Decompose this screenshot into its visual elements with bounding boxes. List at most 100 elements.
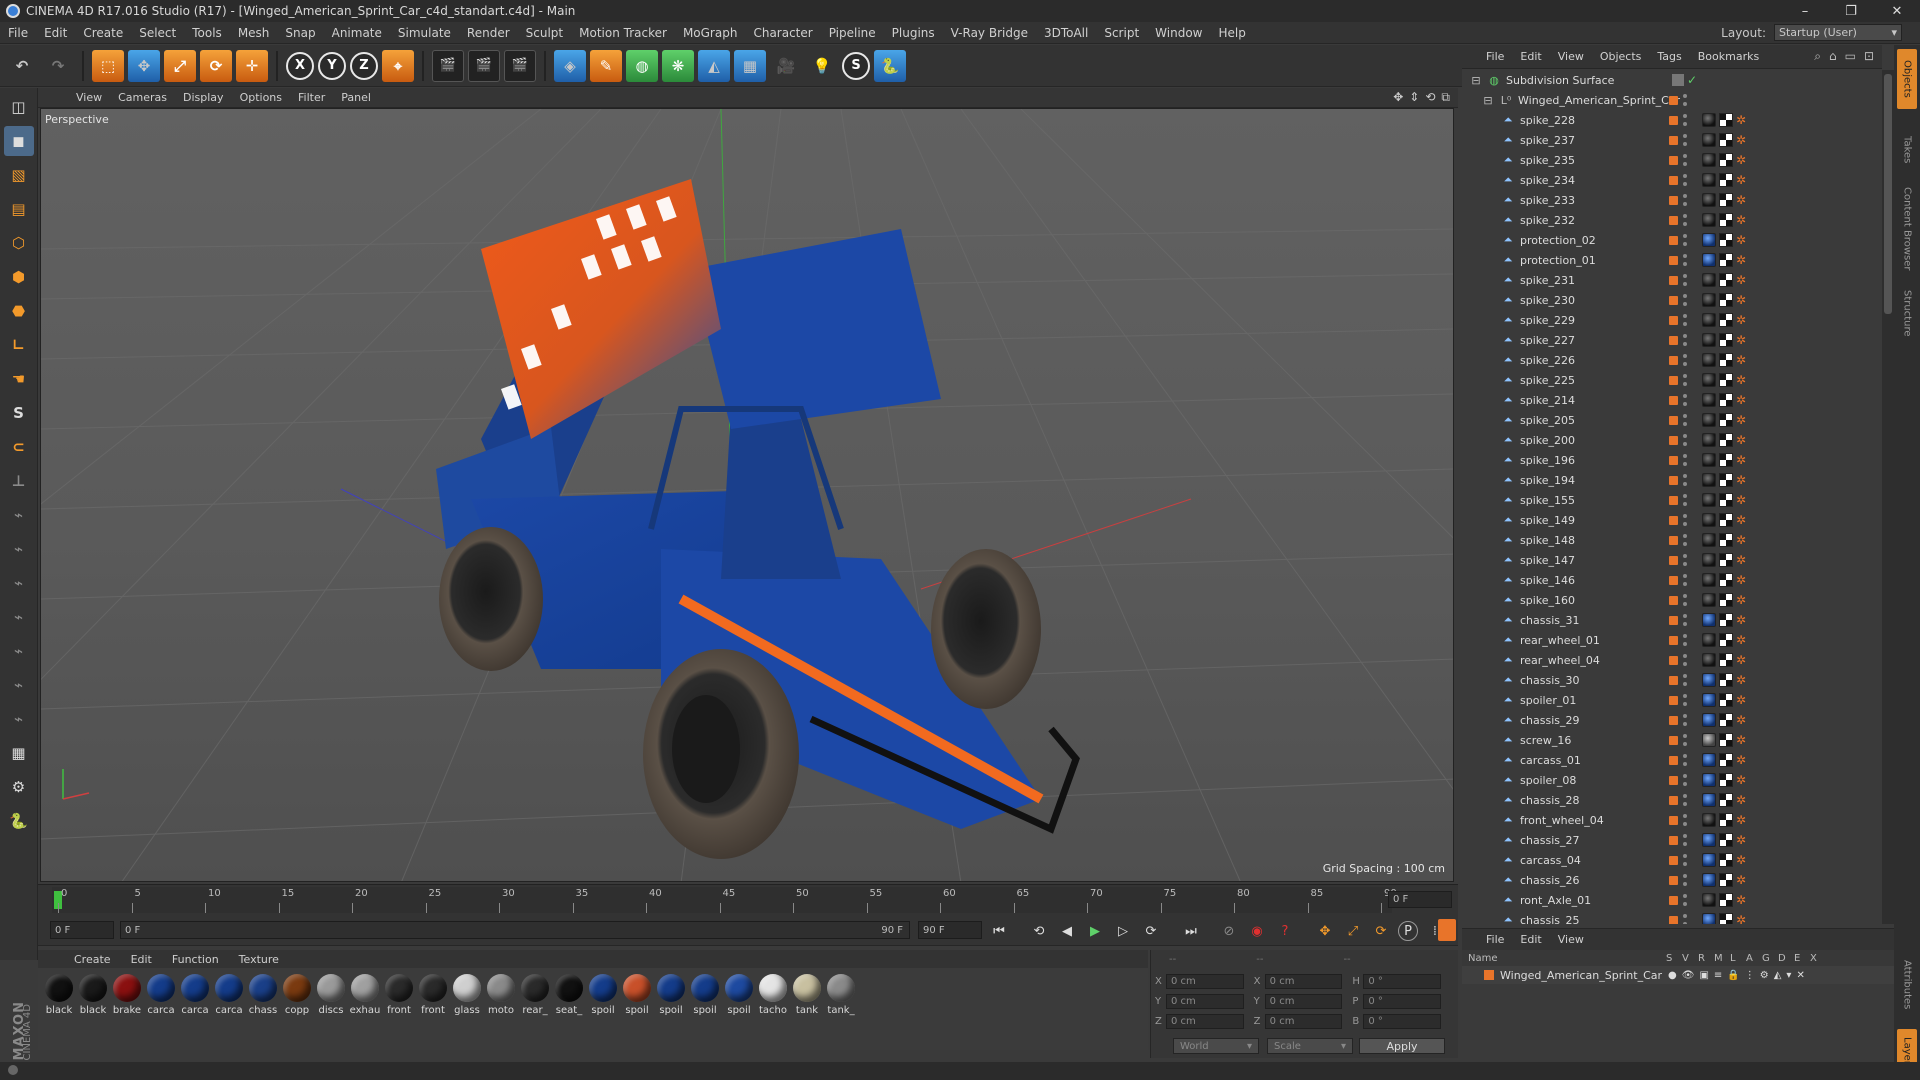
visibility-dots[interactable] (1683, 254, 1687, 266)
visibility-dots[interactable] (1683, 374, 1687, 386)
generators-toggle-icon[interactable]: ⚙ (1760, 970, 1769, 981)
material-swatch[interactable]: carca (212, 974, 246, 1050)
layer-column-r[interactable]: R (1698, 953, 1705, 964)
uvw-tag-icon[interactable] (1719, 293, 1733, 307)
animation-toggle-icon[interactable]: ⋮ (1745, 970, 1755, 981)
edges-mode-icon[interactable]: ⬢ (4, 262, 34, 292)
polygons-mode-icon[interactable]: ⬣ (4, 296, 34, 326)
layer-color-swatch[interactable] (1669, 115, 1678, 125)
visibility-dots[interactable] (1683, 854, 1687, 866)
tree-row-object[interactable]: ⏶ spike_146 ✲ (1462, 570, 1882, 590)
edit-toggle-icon[interactable] (1672, 74, 1684, 86)
menu-sculpt[interactable]: Sculpt (518, 26, 571, 40)
layer-color-swatch[interactable] (1669, 695, 1678, 705)
layer-color-swatch[interactable] (1669, 595, 1678, 605)
layer-color-swatch[interactable] (1669, 275, 1678, 285)
z-axis-button[interactable]: Z (350, 51, 378, 80)
uvw-tag-icon[interactable] (1719, 613, 1733, 627)
uvw-tag-icon[interactable] (1719, 793, 1733, 807)
tree-row-object[interactable]: ⏶ spike_194 ✲ (1462, 470, 1882, 490)
material-tag-icon[interactable] (1702, 853, 1716, 867)
menu-render[interactable]: Render (459, 26, 518, 40)
phong-tag-icon[interactable]: ✲ (1736, 434, 1748, 446)
tree-row-object[interactable]: ⏶ spoiler_01 ✲ (1462, 690, 1882, 710)
phong-tag-icon[interactable]: ✲ (1736, 834, 1748, 846)
object-menu-bookmarks[interactable]: Bookmarks (1690, 50, 1767, 63)
layer-color-swatch[interactable] (1669, 295, 1678, 305)
uvw-tag-icon[interactable] (1719, 213, 1733, 227)
layer-color-swatch[interactable] (1669, 215, 1678, 225)
uvw-tag-icon[interactable] (1719, 733, 1733, 747)
uvw-tag-icon[interactable] (1719, 713, 1733, 727)
brush-icon[interactable]: ⌁ (4, 500, 34, 530)
tree-row-object[interactable]: ⏶ screw_16 ✲ (1462, 730, 1882, 750)
coordinate-field[interactable]: 0 cm (1166, 993, 1244, 1009)
side-tab-structure[interactable]: Structure (1897, 283, 1917, 343)
model-mode-icon[interactable]: ◼ (3, 126, 34, 156)
light-button[interactable]: 💡 (806, 50, 838, 82)
redo-button[interactable]: ↷ (42, 50, 74, 82)
layer-color-swatch[interactable] (1669, 395, 1678, 405)
tree-row-object[interactable]: ⏶ spike_233 ✲ (1462, 190, 1882, 210)
phong-tag-icon[interactable]: ✲ (1736, 294, 1748, 306)
material-swatch[interactable]: tacho (756, 974, 790, 1050)
tree-row-object[interactable]: ⏶ spike_228 ✲ (1462, 110, 1882, 130)
visibility-dots[interactable] (1683, 274, 1687, 286)
tree-row-object[interactable]: ⏶ chassis_29 ✲ (1462, 710, 1882, 730)
go-to-end-button[interactable]: ⏭ (1180, 921, 1202, 941)
uvw-tag-icon[interactable] (1719, 233, 1733, 247)
object-menu-view[interactable]: View (1550, 50, 1592, 63)
grid-lock-icon[interactable]: ▦ (4, 738, 34, 768)
material-tag-icon[interactable] (1702, 453, 1716, 467)
tree-row-object[interactable]: ⏶ protection_01 ✲ (1462, 250, 1882, 270)
phong-tag-icon[interactable]: ✲ (1736, 454, 1748, 466)
viewport-layout-icon[interactable]: ⧉ (1441, 90, 1450, 105)
phong-tag-icon[interactable]: ✲ (1736, 674, 1748, 686)
autokey-button[interactable]: ◉ (1246, 921, 1268, 941)
phong-tag-icon[interactable]: ✲ (1736, 794, 1748, 806)
material-swatch[interactable]: black (76, 974, 110, 1050)
menu-edit[interactable]: Edit (36, 26, 75, 40)
material-tag-icon[interactable] (1702, 233, 1716, 247)
material-tag-icon[interactable] (1702, 613, 1716, 627)
material-tag-icon[interactable] (1702, 773, 1716, 787)
python-button[interactable]: 🐍 (874, 49, 906, 82)
viewport-menu-view[interactable]: View (68, 91, 110, 104)
side-tab-objects[interactable]: Objects (1897, 49, 1917, 109)
tree-row-object[interactable]: ⏶ spike_205 ✲ (1462, 410, 1882, 430)
phong-tag-icon[interactable]: ✲ (1736, 754, 1748, 766)
phong-tag-icon[interactable]: ✲ (1736, 814, 1748, 826)
visibility-dots[interactable] (1683, 294, 1687, 306)
menu-mograph[interactable]: MoGraph (675, 26, 746, 40)
material-tag-icon[interactable] (1702, 593, 1716, 607)
python-icon[interactable]: 🐍 (4, 806, 34, 836)
material-tag-icon[interactable] (1702, 173, 1716, 187)
coordinate-mode-dropdown[interactable]: Scale ▾ (1267, 1038, 1353, 1054)
phong-tag-icon[interactable]: ✲ (1736, 874, 1748, 886)
material-tag-icon[interactable] (1702, 333, 1716, 347)
object-menu-tags[interactable]: Tags (1649, 50, 1689, 63)
viewport-menu-cameras[interactable]: Cameras (110, 91, 175, 104)
sketch-button[interactable]: S (842, 51, 870, 80)
uvw-tag-icon[interactable] (1719, 773, 1733, 787)
material-tag-icon[interactable] (1702, 273, 1716, 287)
uvw-tag-icon[interactable] (1719, 913, 1733, 924)
material-menu-texture[interactable]: Texture (231, 953, 287, 966)
visibility-dots[interactable] (1683, 154, 1687, 166)
layer-color-swatch[interactable] (1669, 315, 1678, 325)
layer-color-swatch[interactable] (1484, 970, 1494, 980)
phong-tag-icon[interactable]: ✲ (1736, 654, 1748, 666)
menu-v-ray-bridge[interactable]: V-Ray Bridge (943, 26, 1036, 40)
viewport-menu-filter[interactable]: Filter (290, 91, 333, 104)
viewport-rotate-icon[interactable]: ⟲ (1425, 90, 1435, 105)
material-tag-icon[interactable] (1702, 113, 1716, 127)
visibility-dots[interactable] (1683, 414, 1687, 426)
keyframe-selection-button[interactable]: ? (1274, 921, 1296, 941)
tree-row-object[interactable]: ⏶ protection_02 ✲ (1462, 230, 1882, 250)
view-toggle-icon[interactable]: 👁 (1682, 970, 1695, 981)
uvw-tag-icon[interactable] (1719, 813, 1733, 827)
material-tag-icon[interactable] (1702, 793, 1716, 807)
smooth-icon[interactable]: ⌁ (4, 704, 34, 734)
solo-toggle-icon[interactable]: ● (1668, 970, 1677, 981)
tree-row-object[interactable]: ⏶ ront_Axle_01 ✲ (1462, 890, 1882, 910)
